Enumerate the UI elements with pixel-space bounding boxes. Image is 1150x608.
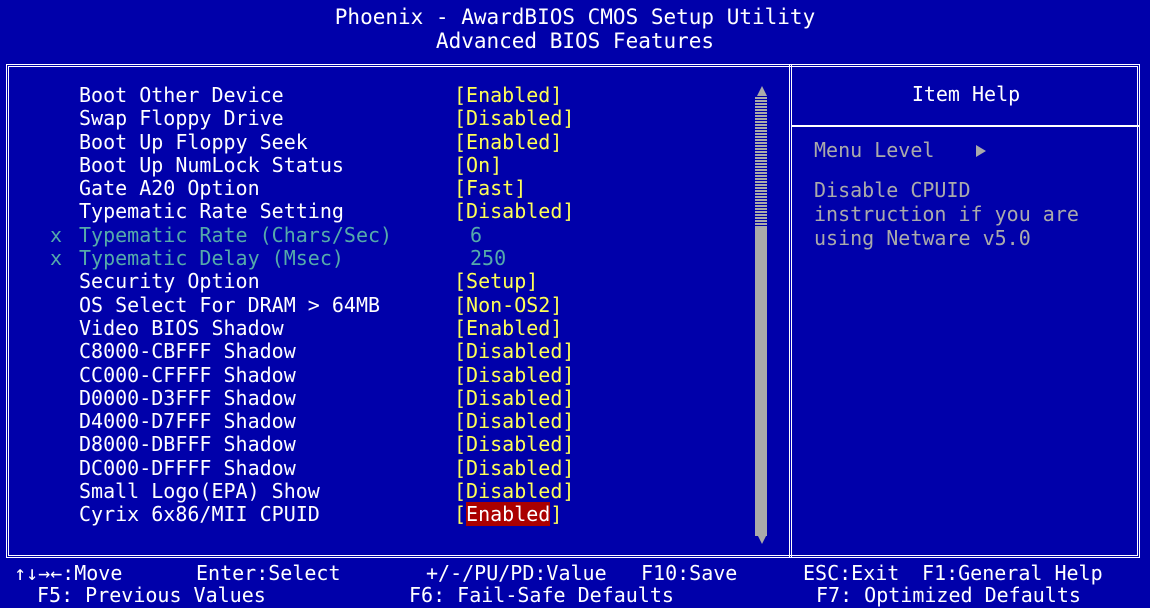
key-enter: Enter:Select xyxy=(196,561,341,585)
setting-label: Small Logo(EPA) Show xyxy=(79,479,320,504)
setting-label: CC000-CFFFF Shadow xyxy=(79,362,296,387)
setting-value[interactable]: [Disabled] xyxy=(454,410,574,433)
setting-value[interactable]: [Enabled] xyxy=(454,316,562,340)
key-save: F10:Save xyxy=(641,561,738,585)
menu-level-arrow-icon xyxy=(976,145,986,157)
setting-value[interactable]: [Enabled] xyxy=(454,130,562,154)
item-help-title: Item Help xyxy=(911,82,1021,106)
scroll-down-icon[interactable] xyxy=(757,534,767,544)
setting-row[interactable]: OS Select For DRAM > 64MB [Non-OS2] xyxy=(0,292,760,317)
key-failsafe: F6: Fail-Safe Defaults xyxy=(409,583,674,607)
setting-row[interactable]: Security Option [Setup] xyxy=(0,270,760,293)
setting-label: DC000-DFFFF Shadow xyxy=(79,455,296,480)
setting-row[interactable]: Cyrix 6x86/MII CPUID [Enabled] xyxy=(0,502,760,527)
setting-label: Boot Other Device xyxy=(79,83,284,107)
setting-label: Boot Up Floppy Seek xyxy=(79,129,308,154)
setting-value[interactable]: [Disabled] xyxy=(454,480,574,503)
setting-value[interactable]: [Disabled] xyxy=(454,363,574,387)
help-separator xyxy=(792,125,1140,127)
setting-row: x Typematic Rate (Chars/Sec) 6 xyxy=(0,222,760,247)
setting-label: Gate A20 Option xyxy=(79,176,260,201)
setting-row[interactable]: Swap Floppy Drive [Disabled] xyxy=(0,107,760,130)
setting-row[interactable]: Video BIOS Shadow [Enabled] xyxy=(0,315,760,340)
setting-value[interactable]: [Fast] xyxy=(454,177,526,200)
setting-label: Security Option xyxy=(79,269,260,294)
key-general-help: F1:General Help xyxy=(922,561,1103,585)
setting-value[interactable]: [Disabled] xyxy=(454,200,574,223)
scrollbar-thumb[interactable] xyxy=(755,96,767,226)
setting-label: Typematic Rate Setting xyxy=(79,199,344,224)
item-help-description: Disable CPUID instruction if you are usi… xyxy=(814,178,1079,250)
setting-value[interactable]: [Disabled] xyxy=(454,107,574,130)
selected-value-highlight[interactable]: Enabled xyxy=(466,502,551,527)
setting-value: 250 xyxy=(470,246,507,271)
setting-value[interactable]: [Disabled] xyxy=(454,433,574,456)
page-title: Advanced BIOS Features xyxy=(435,29,715,53)
setting-row[interactable]: Typematic Rate Setting [Disabled] xyxy=(0,200,760,223)
setting-value[interactable]: [Setup] xyxy=(454,270,538,293)
setting-row[interactable]: Small Logo(EPA) Show [Disabled] xyxy=(0,480,760,503)
setting-label: Boot Up NumLock Status xyxy=(79,152,344,177)
setting-row[interactable]: C8000-CBFFF Shadow [Disabled] xyxy=(0,340,760,363)
setting-label: D0000-D3FFF Shadow xyxy=(79,385,296,410)
key-exit: ESC:Exit xyxy=(803,561,900,585)
key-value: +/-/PU/PD:Value xyxy=(426,561,607,585)
setting-row[interactable]: D8000-DBFFF Shadow [Disabled] xyxy=(0,433,760,456)
panel-divider xyxy=(789,64,792,558)
setting-row[interactable]: DC000-DFFFF Shadow [Disabled] xyxy=(0,455,760,480)
setting-row[interactable]: Boot Other Device [Enabled] xyxy=(0,84,760,107)
setting-label: Video BIOS Shadow xyxy=(79,315,284,340)
scroll-up-icon[interactable] xyxy=(757,86,767,96)
setting-value: 6 xyxy=(470,222,483,247)
setting-row[interactable]: CC000-CFFFF Shadow [Disabled] xyxy=(0,362,760,387)
settings-list: Boot Other Device [Enabled] Swap Floppy Dr… xyxy=(0,84,760,527)
setting-row[interactable]: D4000-D7FFF Shadow [Disabled] xyxy=(0,410,760,433)
disabled-marker: x xyxy=(50,222,63,247)
setting-row[interactable]: Gate A20 Option [Fast] xyxy=(0,177,760,200)
key-previous: F5: Previous Values xyxy=(37,583,266,607)
setting-label: D8000-DBFFF Shadow xyxy=(79,432,296,457)
key-optimized: F7: Optimized Defaults xyxy=(816,583,1081,607)
setting-value[interactable]: [Enabled] xyxy=(454,84,562,107)
setting-label: Cyrix 6x86/MII CPUID xyxy=(79,502,320,527)
setting-value[interactable]: [Non-OS2] xyxy=(454,293,562,317)
setting-value[interactable]: [Enabled] xyxy=(454,502,562,527)
setting-row: x Typematic Delay (Msec) 250 xyxy=(0,247,760,270)
setting-label: OS Select For DRAM > 64MB xyxy=(79,292,381,317)
disabled-marker: x xyxy=(50,246,63,271)
setting-label: C8000-CBFFF Shadow xyxy=(79,339,296,364)
setting-label: Typematic Delay (Msec) xyxy=(79,246,344,271)
menu-level-label: Menu Level xyxy=(814,138,935,162)
setting-label: Typematic Rate (Chars/Sec) xyxy=(79,222,393,247)
key-move: ↑↓→←:Move xyxy=(14,561,123,585)
setting-value[interactable]: [On] xyxy=(454,153,502,177)
setting-value[interactable]: [Disabled] xyxy=(454,386,574,410)
setting-row[interactable]: Boot Up Floppy Seek [Enabled] xyxy=(0,129,760,154)
title-bar: Phoenix - AwardBIOS CMOS Setup Utility A… xyxy=(0,0,1150,62)
setting-row[interactable]: Boot Up NumLock Status [On] xyxy=(0,152,760,177)
utility-title: Phoenix - AwardBIOS CMOS Setup Utility xyxy=(334,5,816,29)
setting-label: Swap Floppy Drive xyxy=(79,106,284,131)
scrollbar[interactable] xyxy=(755,96,767,536)
setting-row[interactable]: D0000-D3FFF Shadow [Disabled] xyxy=(0,385,760,410)
setting-label: D4000-D7FFF Shadow xyxy=(79,409,296,434)
setting-value[interactable]: [Disabled] xyxy=(454,456,574,480)
setting-value[interactable]: [Disabled] xyxy=(454,340,574,363)
